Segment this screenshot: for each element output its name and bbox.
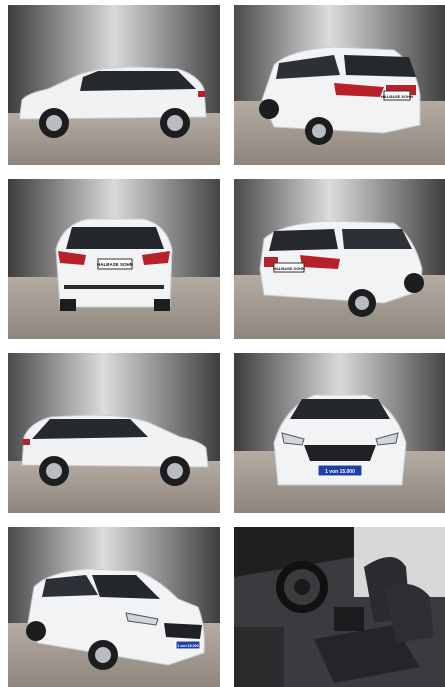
car-rear-image: HALBASE SOHN [8, 179, 220, 339]
gallery-photo-5[interactable] [8, 353, 220, 513]
gallery-photo-2[interactable]: HALBASE SOHN [234, 5, 445, 165]
car-side-right-image [8, 353, 220, 513]
license-plate-text: HALBASE SOHN [273, 266, 305, 271]
car-front-quarter-image: 1 von 15.000 [8, 527, 220, 687]
front-plate-text: 1 von 15.000 [325, 469, 355, 475]
license-plate-text: HALBASE SOHN [97, 262, 133, 267]
gallery-photo-4[interactable]: HALBASE SOHN [234, 179, 445, 339]
car-rear-quarter-right-image: HALBASE SOHN [234, 179, 445, 339]
car-rear-quarter-image: HALBASE SOHN [234, 5, 445, 165]
gallery-photo-3[interactable]: HALBASE SOHN [8, 179, 220, 339]
car-side-left-image [8, 5, 220, 165]
gallery-photo-8[interactable] [234, 527, 445, 687]
car-interior-image [234, 527, 445, 687]
front-plate-text: 1 von 15.000 [177, 644, 198, 648]
gallery-photo-6[interactable]: 1 von 15.000 [234, 353, 445, 513]
car-front-image: 1 von 15.000 [234, 353, 445, 513]
license-plate-text: HALBASE SOHN [381, 94, 413, 99]
gallery-photo-7[interactable]: 1 von 15.000 [8, 527, 220, 687]
photo-gallery: HALBASE SOHN HALBASE SOHN HALBASE SOHN 1… [0, 0, 445, 687]
gallery-photo-1[interactable] [8, 5, 220, 165]
